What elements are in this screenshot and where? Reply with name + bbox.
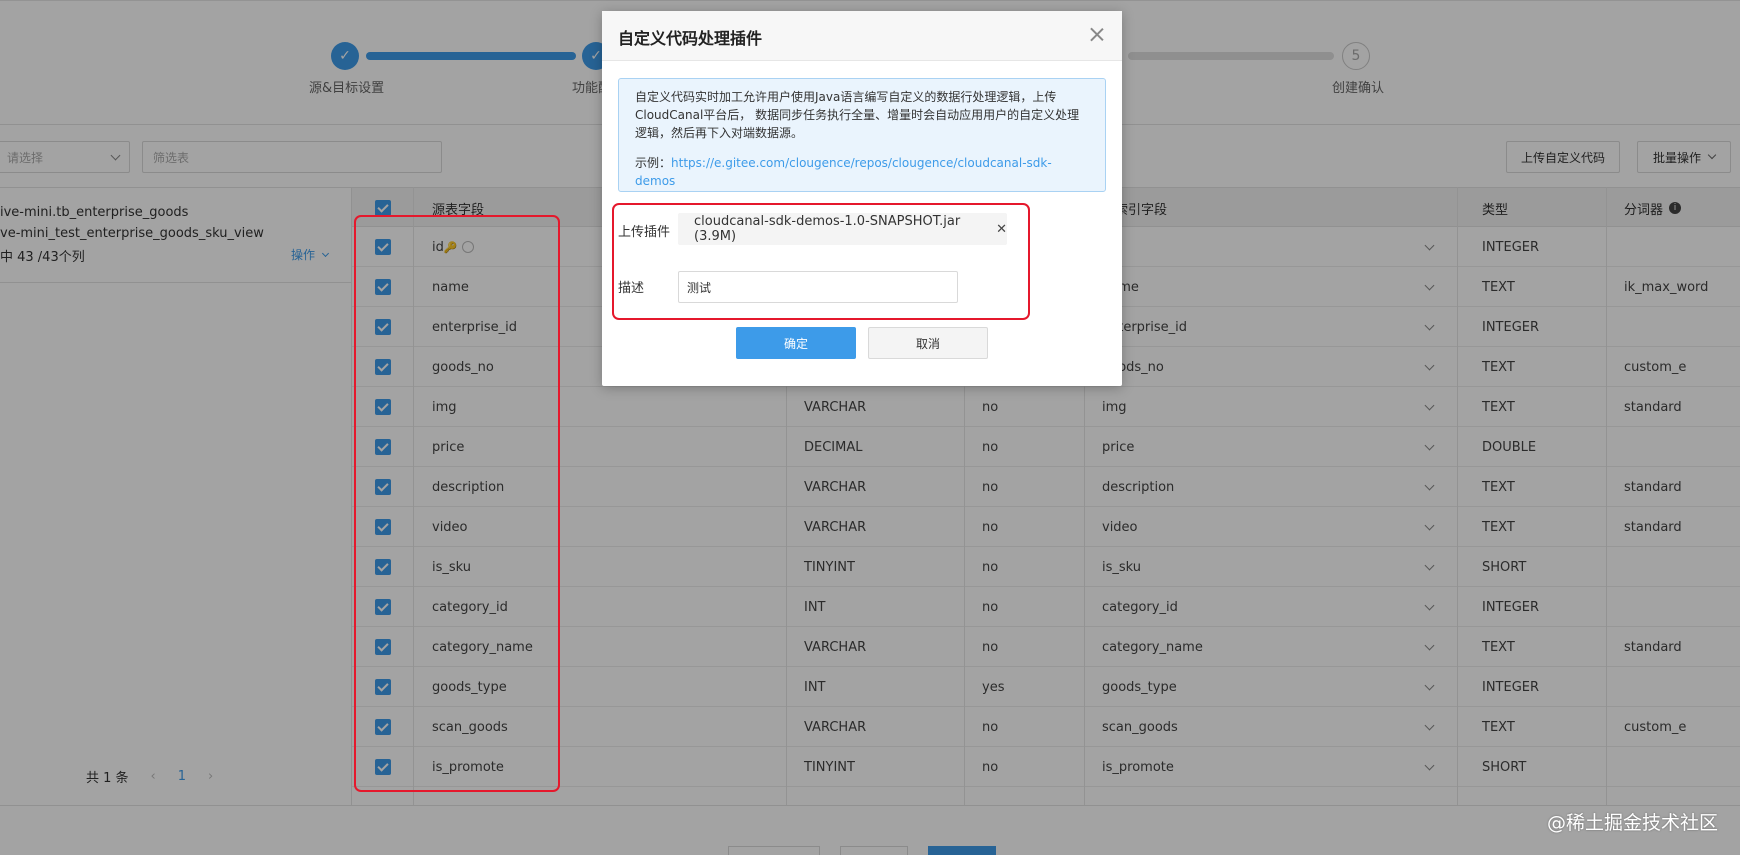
dialog-header: 自定义代码处理插件 [602,11,1122,61]
tip-example: 示例：https://e.gitee.com/clougence/repos/c… [635,154,1089,190]
custom-code-plugin-dialog: 自定义代码处理插件 自定义代码实时加工允许用户使用Java语言编写自定义的数据行… [602,11,1122,386]
watermark: @稀土掘金技术社区 [1546,812,1718,834]
confirm-button[interactable]: 确定 [736,327,856,359]
example-link[interactable]: https://e.gitee.com/clougence/repos/clou… [635,156,1052,188]
info-tip: 自定义代码实时加工允许用户使用Java语言编写自定义的数据行处理逻辑，上传Clo… [618,78,1106,192]
close-icon[interactable] [1086,24,1108,46]
dialog-title: 自定义代码处理插件 [618,29,763,48]
cancel-button[interactable]: 取消 [868,327,988,359]
annotation-box-form [612,203,1030,320]
example-prefix: 示例： [635,156,672,170]
annotation-box-checkboxes [354,215,560,792]
tip-text: 自定义代码实时加工允许用户使用Java语言编写自定义的数据行处理逻辑，上传Clo… [635,90,1080,140]
